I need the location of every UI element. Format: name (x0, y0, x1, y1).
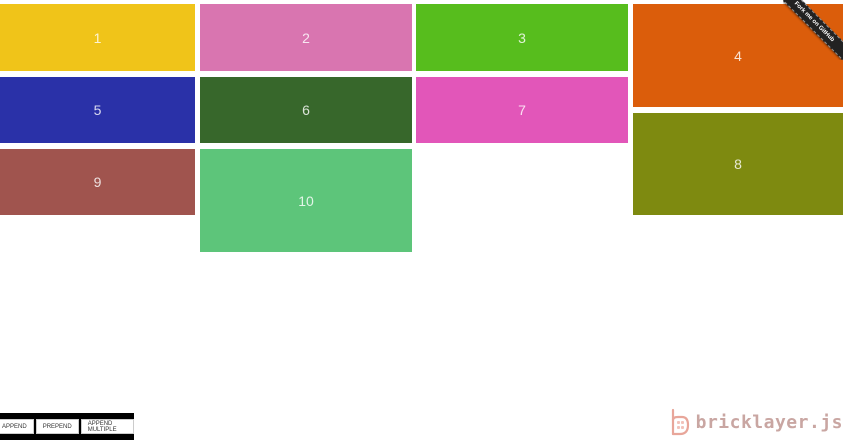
brick-label: 8 (734, 156, 742, 172)
fork-ribbon-container: Fork me on GitHub (783, 0, 843, 60)
brick-9: 9 (0, 149, 195, 215)
brick-label: 9 (93, 174, 102, 190)
brick-8: 8 (633, 113, 843, 215)
brick-5: 5 (0, 77, 195, 143)
append-multiple-button[interactable]: APPEND MULTIPLE (80, 419, 134, 434)
brick-label: 1 (93, 29, 102, 46)
brick-7: 7 (416, 77, 628, 143)
bricklayer-logo-icon (671, 408, 689, 436)
brick-1: 1 (0, 4, 195, 71)
brick-label: 7 (518, 102, 526, 118)
brick-label: 2 (302, 29, 310, 46)
brick-label: 4 (734, 47, 742, 64)
brick-label: 5 (93, 102, 102, 118)
brick-10: 10 (200, 149, 412, 252)
brick-3: 3 (416, 4, 628, 71)
append-button[interactable]: APPEND (0, 419, 34, 434)
fork-on-github-link[interactable]: Fork me on GitHub (783, 0, 843, 60)
brick-label: 6 (302, 102, 310, 118)
bricklayer-logo-text: bricklayer.js (695, 411, 843, 433)
brick-label: 3 (518, 29, 526, 46)
brick-label: 10 (298, 192, 314, 209)
brick-2: 2 (200, 4, 412, 71)
bricklayer-logo: bricklayer.js (668, 408, 843, 436)
brick-6: 6 (200, 77, 412, 143)
demo-toolbar: APPEND PREPEND APPEND MULTIPLE (0, 413, 134, 440)
masonry-demo-page: 1 2 3 4 5 6 7 8 9 10 Fork me on GitHub A… (0, 0, 843, 440)
prepend-button[interactable]: PREPEND (35, 419, 79, 434)
